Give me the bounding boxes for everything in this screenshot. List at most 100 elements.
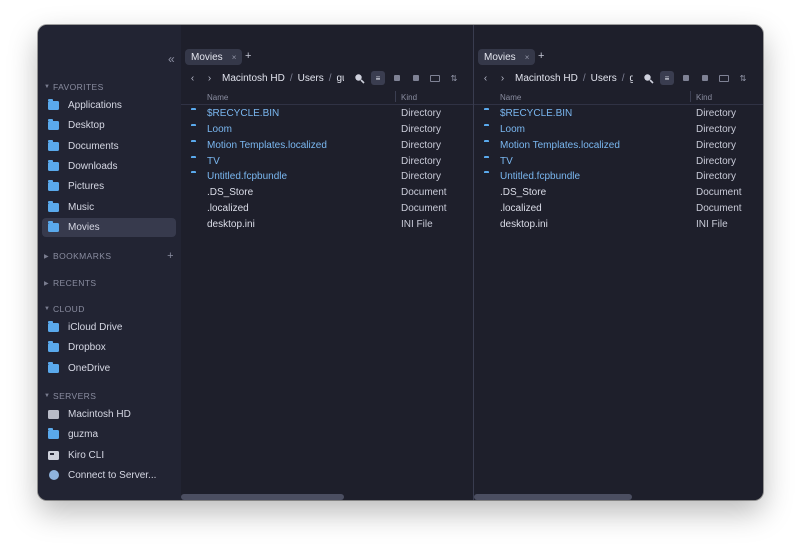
sidebar-item-downloads[interactable]: Downloads (42, 157, 176, 176)
sidebar-item-desktop[interactable]: Desktop (42, 116, 176, 135)
horizontal-scrollbar[interactable] (474, 494, 632, 500)
sidebar-item-icloud-drive[interactable]: iCloud Drive (42, 318, 176, 337)
sidebar-item-label: Dropbox (68, 342, 106, 354)
sidebar-item-label: guzma (68, 429, 99, 441)
file-row[interactable]: TV Directory (474, 154, 763, 170)
sidebar-item-guzma[interactable]: guzma (42, 425, 176, 444)
list-view-icon[interactable]: ≡ (371, 71, 385, 85)
file-row[interactable]: .DS_Store Document (181, 185, 473, 201)
caret-down-icon: ▼ (44, 84, 51, 90)
file-name: Motion Templates.localized (500, 139, 620, 151)
folder-icon (48, 200, 59, 212)
column-view-icon[interactable] (409, 71, 423, 85)
search-icon[interactable] (352, 71, 366, 85)
right-file-pane: Movies × + ‹ › Macintosh HD / Users / gu… (474, 25, 763, 500)
tab-movies[interactable]: Movies × (478, 49, 536, 65)
name-column-header[interactable]: Name (207, 93, 228, 102)
sidebar-item-connect-to-server[interactable]: Connect to Server... (42, 466, 176, 485)
icon-view-icon[interactable] (679, 71, 693, 85)
new-tab-button[interactable]: + (538, 50, 544, 62)
gallery-view-icon[interactable] (428, 71, 442, 85)
favorites-title: FAVORITES (53, 82, 104, 92)
file-kind: Directory (696, 123, 737, 135)
recents-section-header[interactable]: ▶ RECENTS (44, 276, 174, 290)
horizontal-scrollbar[interactable] (181, 494, 344, 500)
back-button[interactable]: ‹ (184, 73, 201, 84)
sidebar-item-macintosh-hd[interactable]: Macintosh HD (42, 405, 176, 424)
file-row[interactable]: Untitled.fcpbundle Directory (181, 169, 473, 185)
file-row[interactable]: .DS_Store Document (474, 185, 763, 201)
caret-down-icon: ▼ (44, 306, 51, 312)
file-kind: Document (401, 187, 447, 199)
file-row[interactable]: Loom Directory (474, 122, 763, 138)
folder-icon (48, 428, 59, 440)
collapse-sidebar-icon[interactable]: « (168, 53, 175, 65)
gallery-view-icon[interactable] (717, 71, 731, 85)
file-row[interactable]: .localized Document (474, 201, 763, 217)
file-row[interactable]: Loom Directory (181, 122, 473, 138)
icon-view-icon[interactable] (390, 71, 404, 85)
breadcrumb-item[interactable]: Users (298, 73, 324, 84)
sidebar-item-pictures[interactable]: Pictures (42, 177, 176, 196)
file-name: .localized (500, 203, 542, 215)
sidebar-item-documents[interactable]: Documents (42, 137, 176, 156)
bookmarks-section-header[interactable]: ▶ BOOKMARKS + (44, 249, 174, 263)
file-row[interactable]: Motion Templates.localized Directory (181, 138, 473, 154)
sidebar-item-label: iCloud Drive (68, 322, 123, 333)
file-row[interactable]: desktop.ini INI File (181, 217, 473, 233)
breadcrumb-item[interactable]: guz (337, 73, 345, 84)
sidebar-item-dropbox[interactable]: Dropbox (42, 338, 176, 357)
favorites-section-header[interactable]: ▼ FAVORITES (44, 80, 174, 94)
close-tab-icon[interactable]: × (525, 53, 530, 62)
close-tab-icon[interactable]: × (232, 53, 237, 62)
sidebar-item-movies[interactable]: Movies (42, 217, 176, 237)
forward-button[interactable]: › (494, 73, 511, 84)
folder-icon (48, 220, 59, 232)
sidebar-item-kiro-cli[interactable]: Kiro CLI (42, 446, 176, 465)
path-toolbar: ‹ › Macintosh HD / Users / gu ≡ ⇅ (474, 69, 763, 87)
path-toolbar: ‹ › Macintosh HD / Users / guz ≡ ⇅ (181, 69, 473, 87)
kind-column-header[interactable]: Kind (696, 93, 712, 102)
breadcrumb-item[interactable]: Macintosh HD (222, 73, 285, 84)
servers-section-header[interactable]: ▼ SERVERS (44, 389, 174, 403)
name-column-header[interactable]: Name (500, 93, 521, 102)
file-name: desktop.ini (207, 218, 255, 230)
file-row[interactable]: Untitled.fcpbundle Directory (474, 169, 763, 185)
sidebar-item-label: Documents (68, 140, 119, 152)
sort-icon[interactable]: ⇅ (736, 71, 750, 85)
tab-movies[interactable]: Movies × (185, 49, 243, 65)
kind-column-header[interactable]: Kind (401, 93, 417, 102)
file-kind: INI File (401, 218, 433, 230)
breadcrumb-item[interactable]: gu (630, 73, 634, 84)
back-button[interactable]: ‹ (477, 73, 494, 84)
file-row[interactable]: .localized Document (181, 201, 473, 217)
sort-icon[interactable]: ⇅ (447, 71, 461, 85)
column-divider[interactable] (395, 91, 396, 102)
breadcrumb-item[interactable]: Users (591, 73, 617, 84)
sidebar-item-label: Downloads (68, 160, 118, 172)
column-view-icon[interactable] (698, 71, 712, 85)
forward-button[interactable]: › (201, 73, 218, 84)
list-view-icon[interactable]: ≡ (660, 71, 674, 85)
sidebar-item-applications[interactable]: Applications (42, 96, 176, 115)
cloud-section-header[interactable]: ▼ CLOUD (44, 302, 174, 316)
sidebar-item-onedrive[interactable]: OneDrive (42, 359, 176, 378)
sidebar-item-label: Macintosh HD (68, 409, 131, 420)
new-tab-button[interactable]: + (245, 50, 251, 62)
breadcrumb: Macintosh HD / Users / guz (222, 73, 344, 84)
file-row[interactable]: desktop.ini INI File (474, 217, 763, 233)
column-divider[interactable] (690, 91, 691, 102)
add-bookmark-button[interactable]: + (167, 250, 174, 262)
column-header: Name Kind (181, 89, 473, 105)
folder-icon (48, 139, 59, 151)
file-row[interactable]: TV Directory (181, 154, 473, 170)
file-row[interactable]: Motion Templates.localized Directory (474, 138, 763, 154)
file-row[interactable]: $RECYCLE.BIN Directory (474, 106, 763, 122)
file-name: $RECYCLE.BIN (207, 108, 280, 119)
breadcrumb-item[interactable]: Macintosh HD (515, 73, 578, 84)
search-icon[interactable] (641, 71, 655, 85)
file-row[interactable]: $RECYCLE.BIN Directory (181, 106, 473, 122)
sidebar-item-music[interactable]: Music (42, 198, 176, 217)
caret-down-icon: ▼ (44, 393, 51, 399)
file-kind: Directory (696, 171, 737, 183)
